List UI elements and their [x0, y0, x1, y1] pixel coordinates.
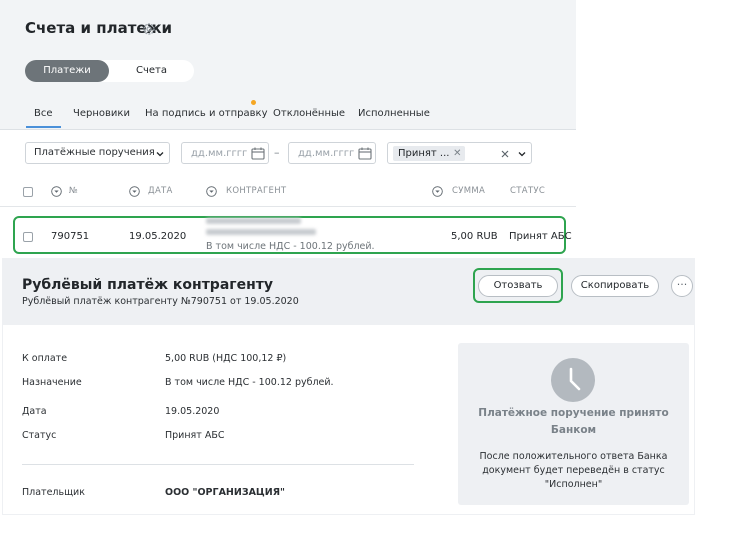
col-number[interactable]: № — [69, 186, 78, 196]
tab-drafts[interactable]: Черновики — [73, 108, 130, 119]
field-value-date: 19.05.2020 — [165, 406, 220, 417]
counterparty-account-redacted — [206, 229, 316, 235]
clear-icon[interactable] — [501, 150, 509, 158]
tab-all[interactable]: Все — [34, 108, 53, 119]
chevron-down-icon — [156, 152, 164, 157]
more-options-button[interactable]: ··· — [671, 275, 693, 297]
chevron-down-icon — [518, 152, 526, 157]
segment-payments[interactable]: Платежи — [25, 60, 109, 82]
col-status: СТАТУС — [510, 186, 546, 196]
detail-subtitle: Рублёвый платёж контрагенту №790751 от 1… — [22, 296, 299, 307]
counterparty-name-redacted — [206, 218, 301, 224]
status-chip[interactable]: Принят ... ✕ — [393, 146, 466, 161]
status-chip-label: Принят ... — [398, 148, 450, 159]
active-tab-indicator — [26, 126, 61, 128]
status-info-title: Платёжное поручение принято Банком — [478, 407, 669, 436]
sort-icon[interactable] — [432, 186, 443, 197]
date-range-separator: – — [274, 146, 280, 159]
field-label-amount: К оплате — [22, 353, 68, 364]
date-to-field[interactable]: дд.мм.гггг — [288, 142, 376, 164]
segment-accounts[interactable]: Счета — [109, 60, 194, 82]
sort-icon[interactable] — [129, 186, 140, 197]
status-info-text: После положительного ответа Банка докуме… — [479, 451, 668, 490]
doc-type-select[interactable]: Платёжные поручения — [25, 142, 170, 164]
tab-to-sign[interactable]: На подпись и отправку — [145, 108, 268, 119]
field-value-status: Принят АБС — [165, 430, 225, 441]
field-label-purpose: Назначение — [22, 377, 82, 388]
field-value-purpose: В том числе НДС - 100.12 рублей. — [165, 377, 334, 388]
revoke-button[interactable]: Отозвать — [478, 275, 558, 297]
row-number: 790751 — [51, 231, 90, 242]
copy-button[interactable]: Скопировать — [571, 275, 659, 297]
row-checkbox[interactable] — [23, 232, 33, 242]
row-amount: 5,00 RUB — [451, 231, 498, 242]
tab-executed[interactable]: Исполненные — [358, 108, 430, 119]
date-to-placeholder: дд.мм.гггг — [298, 148, 355, 159]
row-purpose: В том числе НДС - 100.12 рублей. — [206, 241, 375, 252]
notification-dot — [251, 100, 256, 105]
detail-title: Рублёвый платёж контрагенту — [22, 277, 274, 293]
field-label-date: Дата — [22, 406, 47, 417]
field-value-payer: ООО "ОРГАНИЗАЦИЯ" — [165, 487, 285, 498]
sort-icon[interactable] — [206, 186, 217, 197]
field-label-payer: Плательщик — [22, 487, 85, 498]
doc-type-value: Платёжные поручения — [34, 147, 155, 158]
divider — [0, 206, 576, 207]
col-counterparty[interactable]: КОНТРАГЕНТ — [226, 186, 286, 196]
select-all-checkbox[interactable] — [23, 187, 33, 197]
date-from-field[interactable]: дд.мм.гггг — [181, 142, 269, 164]
view-switcher: Платежи Счета — [25, 60, 194, 82]
calendar-icon[interactable] — [358, 147, 372, 160]
chip-close-icon[interactable]: ✕ — [453, 146, 461, 161]
row-date: 19.05.2020 — [129, 231, 187, 242]
calendar-icon[interactable] — [251, 147, 265, 160]
row-status: Принят АБС — [509, 231, 572, 242]
divider — [0, 129, 576, 130]
col-amount[interactable]: СУММА — [452, 186, 485, 196]
date-from-placeholder: дд.мм.гггг — [191, 148, 248, 159]
sort-icon[interactable] — [51, 186, 62, 197]
gear-icon[interactable] — [142, 22, 156, 36]
clock-icon — [551, 358, 595, 402]
field-label-status: Статус — [22, 430, 57, 441]
tab-rejected[interactable]: Отклонённые — [273, 108, 345, 119]
field-value-amount: 5,00 RUB (НДС 100,12 ₽) — [165, 353, 287, 364]
divider — [22, 464, 414, 465]
col-date[interactable]: ДАТА — [148, 186, 173, 196]
